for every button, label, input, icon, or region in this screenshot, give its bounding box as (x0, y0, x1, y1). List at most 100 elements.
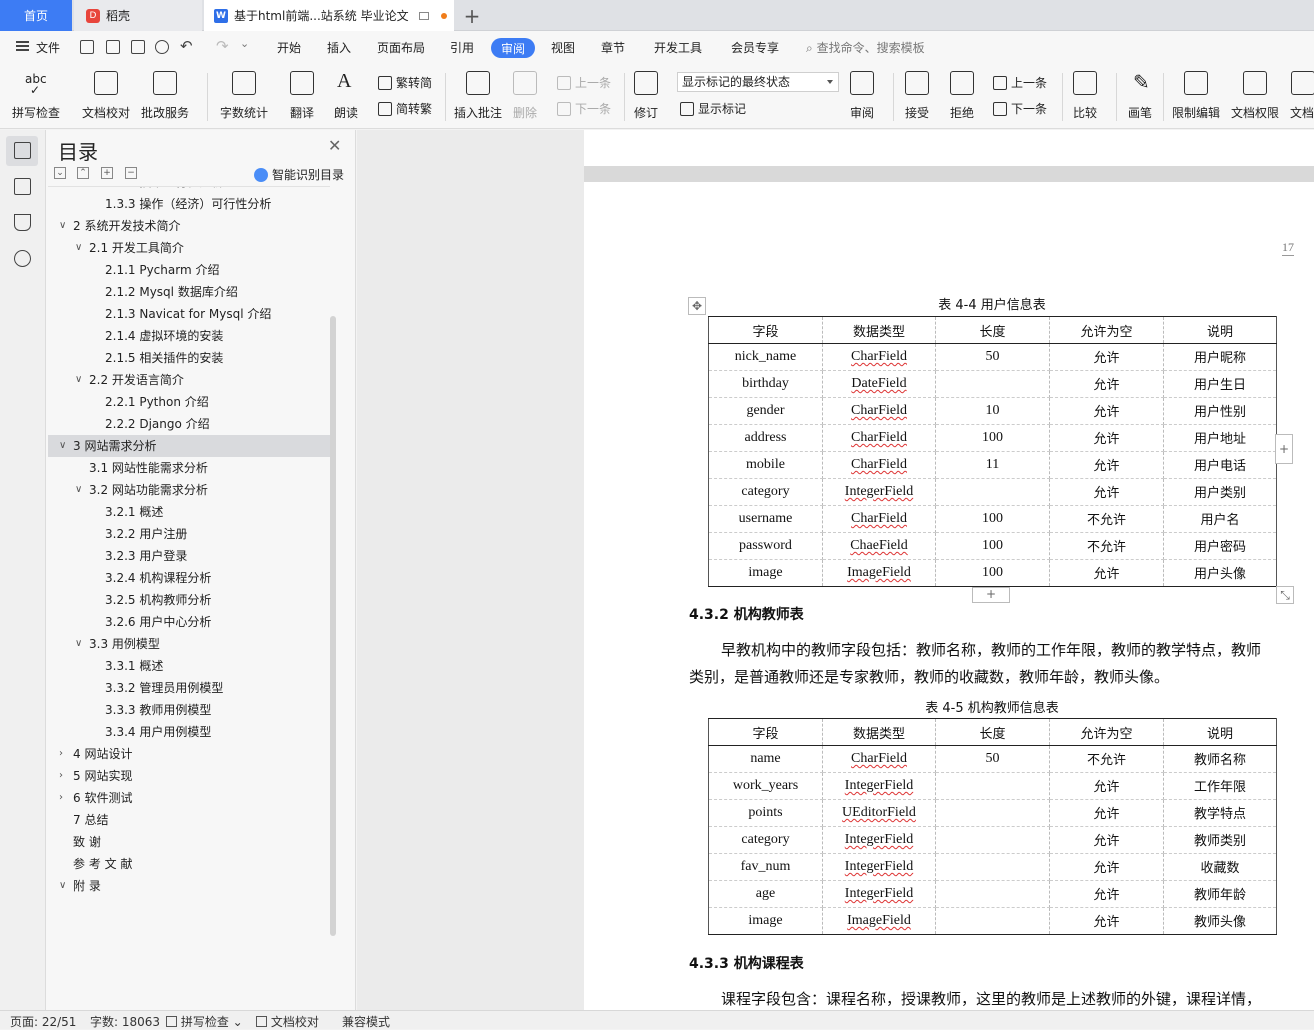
annotate-service-button[interactable]: 批改服务 (141, 70, 189, 121)
word-count-button[interactable]: 字数统计 (220, 70, 268, 121)
menu-member[interactable]: 会员专享 (731, 39, 779, 56)
toc-item[interactable]: ∨ 2.1 开发工具简介 (48, 237, 330, 259)
translate-button[interactable]: 翻译 (289, 70, 315, 121)
menu-start[interactable]: 开始 (277, 39, 301, 56)
toc-item[interactable]: 2.1.2 Mysql 数据库介绍 (48, 281, 330, 303)
menu-file[interactable]: 文件 (36, 39, 60, 56)
chevron-down-icon[interactable]: ∨ (75, 479, 82, 501)
menu-layout[interactable]: 页面布局 (377, 39, 425, 56)
simp-to-trad-button[interactable]: 简转繁 (378, 100, 432, 117)
toc-item[interactable]: 3.2.3 用户登录 (48, 545, 330, 567)
delete-comment-button[interactable]: 删除 (512, 70, 538, 121)
search-icon[interactable] (14, 250, 31, 267)
toc-item[interactable]: 2.1.5 相关插件的安装 (48, 347, 330, 369)
smart-toc-button[interactable]: 智能识别目录 (254, 166, 344, 183)
toc-item[interactable]: › 5 网站实现 (48, 765, 330, 787)
toc-item[interactable]: ∨ 3.2 网站功能需求分析 (48, 479, 330, 501)
menu-developer[interactable]: 开发工具 (654, 39, 702, 56)
toc-item[interactable]: 3.2.2 用户注册 (48, 523, 330, 545)
markup-state-select[interactable]: 显示标记的最终状态 (677, 72, 839, 92)
window-icon[interactable] (418, 11, 429, 20)
show-markup-button[interactable]: 显示标记 (680, 100, 746, 117)
toc-item[interactable]: 3.3.2 管理员用例模型 (48, 677, 330, 699)
chevron-down-icon[interactable]: ∨ (59, 435, 66, 457)
user-info-table[interactable]: 字段 数据类型 长度 允许为空 说明 nick_name CharField 50 允许 用户昵… (708, 316, 1277, 587)
read-aloud-button[interactable]: A 朗读 (333, 70, 359, 121)
toc-item[interactable]: 1.3.3 操作（经济）可行性分析 (48, 193, 330, 215)
revise-button[interactable]: 修订 (633, 70, 659, 121)
save-icon[interactable] (80, 40, 94, 54)
chevron-down-icon[interactable]: ∨ (59, 875, 66, 897)
prev-comment-button[interactable]: 上一条 (557, 74, 611, 91)
tab-daoke[interactable]: D 稻壳 (74, 0, 202, 31)
toc-item[interactable]: 致 谢 (48, 831, 330, 853)
undo-icon[interactable]: ↶ (180, 37, 193, 55)
chevron-down-icon[interactable]: ∨ (59, 215, 66, 237)
toc-item[interactable]: ∨ 2 系统开发技术简介 (48, 215, 330, 237)
menu-review[interactable]: 审阅 (491, 38, 535, 58)
toc-item[interactable]: › 4 网站设计 (48, 743, 330, 765)
restrict-edit-button[interactable]: 限制编辑 (1172, 70, 1220, 121)
chevron-down-icon[interactable]: ∨ (75, 633, 82, 655)
insert-comment-button[interactable]: 插入批注 (454, 70, 502, 121)
chevron-down-icon[interactable]: ∨ (75, 369, 82, 391)
doc-more-button[interactable]: 文档 (1290, 70, 1314, 121)
more-quick-icon[interactable]: ⌄ (240, 37, 249, 50)
next-comment-button[interactable]: 下一条 (557, 100, 611, 117)
word-count-indicator[interactable]: 字数: 18063 (90, 1013, 160, 1030)
toc-scrollbar[interactable] (330, 316, 336, 936)
toc-item[interactable]: ∨ 附 录 (48, 875, 330, 897)
bookmark-icon[interactable] (14, 214, 31, 231)
toc-item[interactable]: ∨ 3 网站需求分析 (48, 435, 330, 457)
toc-item[interactable]: › 6 软件测试 (48, 787, 330, 809)
close-icon[interactable]: ✕ (328, 136, 341, 155)
expand-up-icon[interactable]: ⌃ (77, 167, 89, 179)
toc-item[interactable]: 3.2.5 机构教师分析 (48, 589, 330, 611)
prev-change-button[interactable]: 上一条 (993, 74, 1047, 91)
toc-item[interactable]: 1.3.2 技术可行性分析 (48, 187, 330, 193)
collapse-all-icon[interactable]: ⌄ (54, 167, 66, 179)
chevron-right-icon[interactable]: › (59, 765, 63, 787)
outline-icon[interactable] (14, 178, 31, 195)
review-pane-button[interactable]: 审阅 (849, 70, 875, 121)
print-icon[interactable] (131, 40, 145, 54)
toc-panel-icon[interactable] (14, 142, 31, 159)
tab-home[interactable]: 首页 (0, 0, 72, 31)
menu-insert[interactable]: 插入 (327, 39, 351, 56)
document-page[interactable]: 17 ✥ 表 4-4 用户信息表 字段 数据类型 长度 允许为空 说明 nick_nam… (584, 182, 1314, 1010)
chevron-down-icon[interactable]: ∨ (75, 237, 82, 259)
chevron-right-icon[interactable]: › (59, 743, 63, 765)
toc-item[interactable]: 2.2.1 Python 介绍 (48, 391, 330, 413)
doc-permission-button[interactable]: 文档权限 (1231, 70, 1279, 121)
new-tab-button[interactable]: + (460, 0, 484, 31)
toc-item[interactable]: 参 考 文 献 (48, 853, 330, 875)
toc-item[interactable]: 3.2.6 用户中心分析 (48, 611, 330, 633)
trad-to-simp-button[interactable]: 繁转简 (378, 74, 432, 91)
next-change-button[interactable]: 下一条 (993, 100, 1047, 117)
redo-icon[interactable]: ↷ (216, 37, 229, 55)
resize-table-icon[interactable]: ⤡ (1276, 586, 1294, 604)
add-column-icon[interactable]: + (1275, 434, 1293, 464)
tab-document[interactable]: W 基于html前端...站系统 毕业论文 (204, 0, 454, 31)
toc-item[interactable]: 2.2.2 Django 介绍 (48, 413, 330, 435)
doc-check-button[interactable]: 文档校对 (82, 70, 130, 121)
pen-button[interactable]: ✎ 画笔 (1127, 70, 1153, 121)
toc-item[interactable]: 3.3.3 教师用例模型 (48, 699, 330, 721)
toc-item[interactable]: 3.1 网站性能需求分析 (48, 457, 330, 479)
doc-check-status[interactable]: 文档校对 (256, 1013, 319, 1030)
chevron-right-icon[interactable]: › (59, 787, 63, 809)
accept-button[interactable]: 接受 (904, 70, 930, 121)
toc-item[interactable]: ∨ 2.2 开发语言简介 (48, 369, 330, 391)
add-row-icon[interactable]: + (972, 587, 1010, 603)
toc-item[interactable]: 3.3.4 用户用例模型 (48, 721, 330, 743)
toc-item[interactable]: 2.1.3 Navicat for Mysql 介绍 (48, 303, 330, 325)
menu-chapter[interactable]: 章节 (601, 39, 625, 56)
toc-item[interactable]: 2.1.1 Pycharm 介绍 (48, 259, 330, 281)
search-command[interactable]: ⌕ 查找命令、搜索模板 (806, 39, 925, 56)
spellcheck-status[interactable]: 拼写检查 ⌄ (166, 1013, 243, 1030)
toc-item[interactable]: 2.1.4 虚拟环境的安装 (48, 325, 330, 347)
compare-button[interactable]: 比较 (1072, 70, 1098, 121)
remove-heading-icon[interactable]: − (125, 167, 137, 179)
page-indicator[interactable]: 页面: 22/51 (10, 1013, 76, 1030)
toc-item[interactable]: 7 总结 (48, 809, 330, 831)
